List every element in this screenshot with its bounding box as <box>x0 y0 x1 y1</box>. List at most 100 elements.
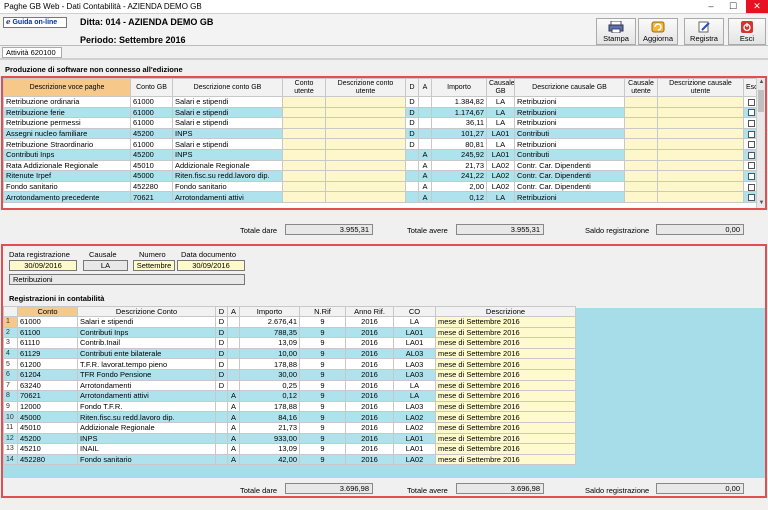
voci-cell-col-11[interactable] <box>657 117 744 129</box>
voci-cell-col-4[interactable] <box>325 138 406 150</box>
voci-header-col-8[interactable]: Causale GB <box>486 78 515 97</box>
esci-checkbox[interactable] <box>748 183 755 191</box>
voci-header-col-2[interactable]: Descrizione conto GB <box>172 78 283 97</box>
scroll-up-icon[interactable]: ▲ <box>757 78 765 87</box>
registrazioni-table-row[interactable]: 2 61100 Contributi Inps D 788,35 9 2016 LA01 mes… <box>3 326 576 339</box>
registrazioni-cell-col-8[interactable]: mese di Settembre 2016 <box>435 390 576 402</box>
registrazioni-table-row[interactable]: 7 63240 Arrotondamenti D 0,25 9 2016 LA mese di … <box>3 379 576 392</box>
registrazioni-table-row[interactable]: 6 61204 TFR Fondo Pensione D 30,00 9 2016 LA03 m… <box>3 368 576 381</box>
voci-cell-col-4[interactable] <box>325 106 406 119</box>
minimize-button[interactable]: – <box>700 0 722 13</box>
registrazioni-table-row[interactable]: 14 452280 Fondo sanitario A 42,00 9 2016 LA02 me… <box>3 453 576 466</box>
registrazioni-cell-col-8[interactable]: mese di Settembre 2016 <box>435 368 576 381</box>
voci-cell-col-10[interactable] <box>624 96 658 108</box>
voci-table-row[interactable]: Retribuzione permessi 61000 Salari e stipe… <box>3 117 760 129</box>
registrazioni-table-row[interactable]: 11 45010 Addizionale Regionale A 21,73 9 2016 L… <box>3 421 576 434</box>
registrazioni-header-col-3[interactable]: A <box>227 306 240 317</box>
registrazioni-header-col-2[interactable]: D <box>215 306 228 317</box>
voci-cell-col-11[interactable] <box>657 96 744 108</box>
voci-cell-col-10[interactable] <box>624 148 658 161</box>
voci-cell-col-10[interactable] <box>624 138 658 150</box>
voci-header-col-1[interactable]: Conto GB <box>130 78 173 97</box>
registrazioni-cell-col-8[interactable]: mese di Settembre 2016 <box>435 432 576 445</box>
voci-cell-col-11[interactable] <box>657 127 744 140</box>
registrazioni-cell-col-8[interactable]: mese di Settembre 2016 <box>435 421 576 434</box>
voci-cell-col-3[interactable] <box>282 96 326 108</box>
esci-checkbox[interactable] <box>748 162 755 170</box>
registra-button[interactable]: Registra <box>684 18 724 45</box>
esci-checkbox[interactable] <box>748 109 755 117</box>
registrazioni-header-col-4[interactable]: Importo <box>239 306 300 317</box>
voci-table-row[interactable]: Fondo sanitario 452280 Fondo sanitario A 2,0… <box>3 180 760 193</box>
registrazioni-header-col-1[interactable]: Descrizione Conto <box>77 306 216 317</box>
aggiorna-button[interactable]: Aggiorna <box>638 18 678 45</box>
esci-checkbox[interactable] <box>748 194 755 202</box>
voci-cell-col-10[interactable] <box>624 127 658 140</box>
voci-cell-col-11[interactable] <box>657 191 744 203</box>
vertical-scroll-thumb[interactable] <box>758 90 764 112</box>
voci-table-row[interactable]: Rata Addizionale Regionale 45010 Addiziona… <box>3 159 760 172</box>
voci-table-row[interactable]: Arrotondamento precedente 70621 Arrotondam… <box>3 191 760 203</box>
registrazioni-cell-col-8[interactable]: mese di Settembre 2016 <box>435 316 576 328</box>
registrazioni-table-row[interactable]: 5 61200 T.F.R. lavorat.tempo pieno D 178,88 9… <box>3 358 576 370</box>
voci-header-col-7[interactable]: Importo <box>431 78 487 97</box>
voci-cell-col-3[interactable] <box>282 159 326 172</box>
voci-header-col-10[interactable]: Causale utente <box>624 78 658 97</box>
voci-cell-col-10[interactable] <box>624 180 658 193</box>
voci-cell-col-11[interactable] <box>657 159 744 172</box>
registrazioni-header-col-0[interactable]: Conto <box>17 306 78 317</box>
voci-cell-col-4[interactable] <box>325 127 406 140</box>
attivita-tab[interactable]: Attività 620100 <box>2 47 62 58</box>
data-documento-field[interactable]: 30/09/2016 <box>177 260 245 271</box>
registrazioni-table-row[interactable]: 10 45000 Riten.fisc.su redd.lavoro dip. A 84… <box>3 411 576 423</box>
voci-header-col-9[interactable]: Descrizione causale GB <box>514 78 625 97</box>
registrazioni-table-row[interactable]: 12 45200 INPS A 933,00 9 2016 LA01 mese di Sette… <box>3 432 576 445</box>
voci-cell-col-10[interactable] <box>624 159 658 172</box>
voci-table-row[interactable]: Contributi Inps 45200 INPS A 245,92 LA01 Contr… <box>3 148 760 161</box>
registrazioni-cell-col-8[interactable]: mese di Settembre 2016 <box>435 453 576 466</box>
voci-cell-col-11[interactable] <box>657 170 744 182</box>
esci-checkbox[interactable] <box>748 98 755 106</box>
voci-cell-col-4[interactable] <box>325 191 406 203</box>
voci-table-row[interactable]: Ritenute Irpef 45000 Riten.fisc.su redd.la… <box>3 170 760 182</box>
voci-cell-col-3[interactable] <box>282 148 326 161</box>
voci-cell-col-10[interactable] <box>624 106 658 119</box>
voci-header-col-0[interactable]: Descrizione voce paghe <box>3 78 131 97</box>
esci-button[interactable]: Esci <box>728 18 766 45</box>
voci-table-row[interactable]: Retribuzione Straordinario 61000 Salari e … <box>3 138 760 150</box>
voci-header-col-5[interactable]: D <box>405 78 419 97</box>
voci-cell-col-11[interactable] <box>657 180 744 193</box>
registrazioni-cell-col-8[interactable]: mese di Settembre 2016 <box>435 400 576 413</box>
registrazioni-cell-col-8[interactable]: mese di Settembre 2016 <box>435 337 576 349</box>
voci-cell-col-4[interactable] <box>325 170 406 182</box>
voci-cell-col-10[interactable] <box>624 170 658 182</box>
registrazioni-table-row[interactable]: 4 61129 Contributi ente bilaterale D 10,00 9 2… <box>3 347 576 360</box>
voci-horizontal-scrollbar[interactable] <box>3 208 759 210</box>
registrazioni-cell-col-8[interactable]: mese di Settembre 2016 <box>435 358 576 370</box>
voci-table-row[interactable]: Retribuzione ordinaria 61000 Salari e stip… <box>3 96 760 108</box>
voci-cell-col-4[interactable] <box>325 148 406 161</box>
voci-cell-col-4[interactable] <box>325 117 406 129</box>
esci-checkbox[interactable] <box>748 141 755 149</box>
registrazioni-header-col-8[interactable]: Descrizione <box>435 306 576 317</box>
registrazioni-table-row[interactable]: 1 61000 Salari e stipendi D 2.676,41 9 2016 LA m… <box>3 316 576 328</box>
close-window-button[interactable]: ✕ <box>746 0 768 13</box>
stampa-button[interactable]: Stampa <box>596 18 636 45</box>
voci-cell-col-11[interactable] <box>657 138 744 150</box>
voci-header-col-6[interactable]: A <box>418 78 432 97</box>
voci-cell-col-11[interactable] <box>657 106 744 119</box>
voci-cell-col-3[interactable] <box>282 138 326 150</box>
esci-checkbox[interactable] <box>748 130 755 138</box>
registrazioni-cell-col-8[interactable]: mese di Settembre 2016 <box>435 379 576 392</box>
registrazioni-header-col-5[interactable]: N.Rif <box>299 306 346 317</box>
registrazioni-header-col-7[interactable]: CO <box>393 306 436 317</box>
registrazioni-cell-col-8[interactable]: mese di Settembre 2016 <box>435 411 576 423</box>
voci-cell-col-10[interactable] <box>624 117 658 129</box>
esci-checkbox[interactable] <box>748 151 755 159</box>
causale-field[interactable]: LA <box>83 260 128 271</box>
registrazioni-cell-col-8[interactable]: mese di Settembre 2016 <box>435 443 576 455</box>
voci-cell-col-10[interactable] <box>624 191 658 203</box>
voci-cell-col-11[interactable] <box>657 148 744 161</box>
registrazioni-cell-col-8[interactable]: mese di Settembre 2016 <box>435 326 576 339</box>
voci-cell-col-4[interactable] <box>325 159 406 172</box>
